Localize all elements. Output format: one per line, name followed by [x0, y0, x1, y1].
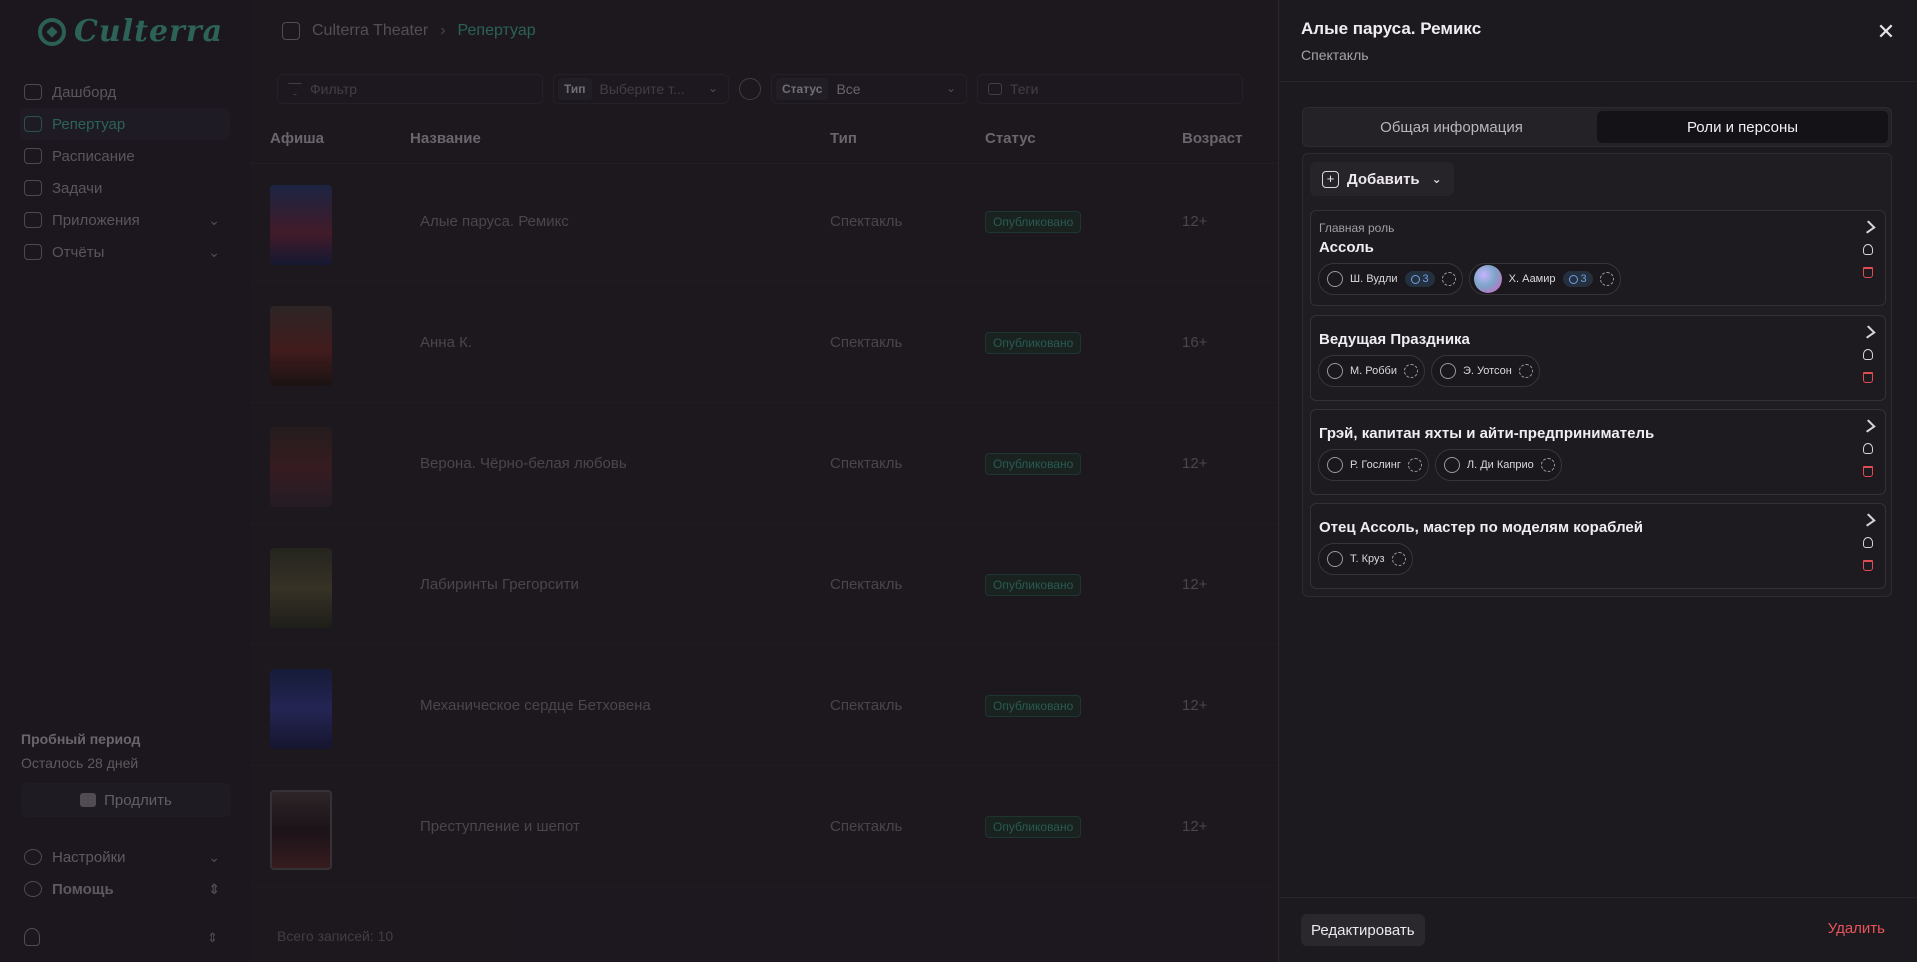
count-badge: 3 [1562, 271, 1593, 287]
edit-role-button[interactable] [1858, 217, 1878, 236]
delete-button[interactable]: Удалить [1828, 920, 1885, 937]
delete-role-button[interactable] [1858, 263, 1878, 282]
count-value: 3 [1580, 273, 1587, 285]
person-name: Х. Аамир [1508, 273, 1556, 285]
person-chip[interactable]: Х. Аамир 3 [1468, 263, 1621, 295]
person-name: Т. Круз [1350, 553, 1385, 565]
person-name: Э. Уотсон [1463, 365, 1512, 377]
role-persons: М. Робби Э. Уотсон [1318, 355, 1540, 387]
gear-icon[interactable] [1441, 272, 1456, 286]
person-chip[interactable]: Р. Гослинг [1318, 449, 1429, 481]
add-label: Добавить [1347, 170, 1420, 188]
delete-role-button[interactable] [1858, 556, 1878, 575]
drawer-footer: Редактировать Удалить [1279, 897, 1917, 962]
role-persons: Ш. Вудли 3 Х. Аамир 3 [1318, 263, 1621, 295]
delete-role-button[interactable] [1858, 462, 1878, 481]
avatar [1473, 265, 1502, 293]
ring-icon [1568, 274, 1578, 284]
trash-icon [1863, 267, 1873, 278]
user-plus-icon [1863, 244, 1873, 255]
gear-icon[interactable] [1518, 364, 1533, 378]
role-name: Ведущая Праздника [1319, 331, 1470, 348]
role-actions [1858, 510, 1878, 575]
drawer-tabs: Общая информация Роли и персоны [1302, 107, 1892, 147]
user-icon [1327, 271, 1343, 287]
add-person-button[interactable] [1858, 240, 1878, 259]
person-chip[interactable]: Л. Ди Каприо [1434, 449, 1562, 481]
trash-icon [1863, 560, 1873, 571]
user-icon [1440, 363, 1456, 379]
person-chip[interactable]: Т. Круз [1318, 543, 1413, 575]
role-persons: Р. Гослинг Л. Ди Каприо [1318, 449, 1562, 481]
drawer-subtitle: Спектакль [1301, 47, 1369, 63]
edit-role-button[interactable] [1858, 510, 1878, 529]
pencil-icon [1860, 419, 1876, 432]
add-button[interactable]: + Добавить ⌄ [1310, 162, 1454, 196]
add-person-button[interactable] [1858, 345, 1878, 364]
edit-button[interactable]: Редактировать [1301, 914, 1425, 946]
role-actions [1858, 416, 1878, 481]
chevron-down-icon: ⌄ [1431, 172, 1442, 186]
role-card: Ведущая Праздника М. Робби Э. Уотсон [1310, 315, 1886, 401]
role-card: Отец Ассоль, мастер по моделям кораблей … [1310, 503, 1886, 589]
pencil-icon [1860, 513, 1876, 526]
user-plus-icon [1863, 349, 1873, 360]
app-root: Culterra Дашборд Репертуар Расписание За… [0, 0, 1917, 962]
pencil-icon [1860, 220, 1876, 233]
user-icon [1327, 363, 1343, 379]
user-plus-icon [1863, 443, 1873, 454]
count-badge: 3 [1404, 271, 1435, 287]
user-icon [1327, 551, 1343, 567]
pencil-icon [1860, 325, 1876, 338]
add-person-button[interactable] [1858, 533, 1878, 552]
role-name: Грэй, капитан яхты и айти-предпринимател… [1319, 425, 1655, 442]
person-chip[interactable]: М. Робби [1318, 355, 1425, 387]
role-label: Главная роль [1319, 221, 1395, 235]
role-persons: Т. Круз [1318, 543, 1413, 575]
add-person-button[interactable] [1858, 439, 1878, 458]
role-card: Главная роль Ассоль Ш. Вудли 3 Х. Аамир … [1310, 210, 1886, 306]
trash-icon [1863, 372, 1873, 383]
ring-icon [1410, 274, 1420, 284]
gear-icon[interactable] [1404, 364, 1418, 378]
person-chip[interactable]: Э. Уотсон [1431, 355, 1540, 387]
role-name: Ассоль [1319, 239, 1374, 256]
count-value: 3 [1422, 273, 1429, 285]
detail-drawer: Алые паруса. Ремикс Спектакль ✕ Общая ин… [1278, 0, 1917, 962]
close-icon[interactable]: ✕ [1876, 21, 1896, 43]
role-actions [1858, 217, 1878, 282]
gear-icon[interactable] [1407, 458, 1422, 472]
edit-role-button[interactable] [1858, 322, 1878, 341]
role-actions [1858, 322, 1878, 387]
trash-icon [1863, 466, 1873, 477]
tab-roles[interactable]: Роли и персоны [1597, 111, 1888, 143]
user-icon [1327, 457, 1343, 473]
role-card: Грэй, капитан яхты и айти-предпринимател… [1310, 409, 1886, 495]
drawer-title: Алые паруса. Ремикс [1301, 19, 1482, 38]
modal-backdrop[interactable] [0, 0, 1278, 962]
plus-icon: + [1322, 170, 1339, 188]
gear-icon[interactable] [1391, 552, 1406, 566]
user-icon [1443, 457, 1460, 473]
gear-icon[interactable] [1540, 458, 1555, 472]
person-name: Ш. Вудли [1350, 273, 1398, 285]
user-plus-icon [1863, 537, 1873, 548]
tab-general-info[interactable]: Общая информация [1306, 111, 1597, 143]
person-name: Р. Гослинг [1350, 459, 1401, 471]
delete-role-button[interactable] [1858, 368, 1878, 387]
person-chip[interactable]: Ш. Вудли 3 [1318, 263, 1463, 295]
roles-panel: + Добавить ⌄ Главная роль Ассоль Ш. Вудл… [1302, 153, 1892, 597]
person-name: Л. Ди Каприо [1466, 459, 1534, 471]
role-name: Отец Ассоль, мастер по моделям кораблей [1319, 519, 1643, 536]
drawer-header: Алые паруса. Ремикс Спектакль ✕ [1279, 0, 1917, 82]
edit-role-button[interactable] [1858, 416, 1878, 435]
person-name: М. Робби [1350, 365, 1397, 377]
gear-icon[interactable] [1599, 272, 1614, 286]
